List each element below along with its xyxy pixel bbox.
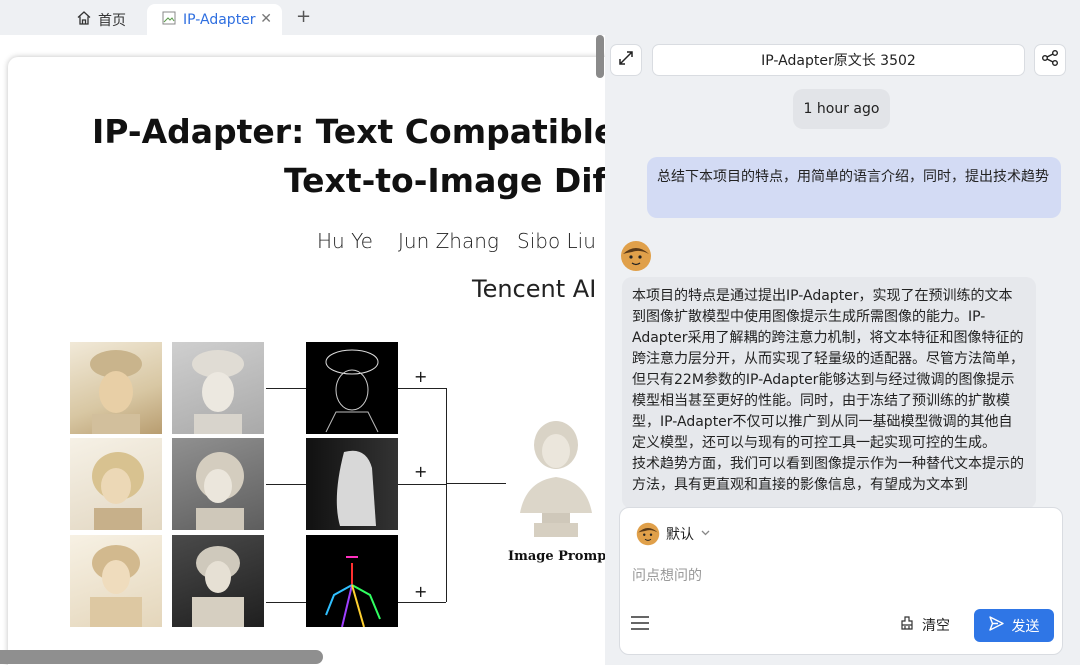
share-icon [1041, 49, 1059, 71]
paper-author: Hu Ye [317, 229, 373, 253]
figure-image [306, 535, 398, 627]
chat-input[interactable] [632, 556, 1052, 596]
persona-avatar [636, 522, 660, 546]
broom-icon [900, 616, 914, 634]
figure-image [172, 535, 264, 627]
persona-label: 默认 [666, 527, 694, 543]
tab-home-label: 首页 [98, 12, 126, 29]
figure-image [70, 342, 162, 434]
close-icon[interactable]: ✕ [260, 11, 272, 27]
user-message: 总结下本项目的特点，用简单的语言介绍，同时，提出技术趋势 [647, 157, 1061, 218]
expand-icon [618, 50, 634, 70]
arrow-connector [398, 602, 446, 603]
plus-sign: + [414, 462, 428, 481]
figure-image [172, 342, 264, 434]
plus-sign: + [414, 582, 428, 601]
paper-author: Sibo Liu [517, 229, 596, 253]
assistant-paragraph: 技术趋势方面，我们可以看到图像提示作为一种替代文本提示的方法，具有更直观和直接的… [632, 456, 1024, 493]
arrow-connector [398, 484, 446, 485]
send-label: 发送 [1011, 618, 1040, 635]
send-icon [988, 616, 1004, 635]
tab-active-label: IP-Adapter [183, 11, 256, 28]
add-tab-icon[interactable]: + [296, 6, 311, 27]
assistant-paragraph: 本项目的特点是通过提出IP-Adapter，实现了在预训练的文本到图像扩散模型中… [632, 288, 1024, 451]
message-timestamp: 1 hour ago [793, 89, 890, 129]
menu-button[interactable] [630, 614, 652, 636]
arrow-connector [266, 484, 306, 485]
vertical-scrollbar[interactable] [596, 35, 604, 78]
figure-image [70, 535, 162, 627]
share-button[interactable] [1034, 44, 1066, 76]
document-title: IP-Adapter原文长 3502 [652, 44, 1025, 76]
chevron-down-icon [700, 527, 711, 541]
vertical-connector [446, 388, 447, 602]
figure-image [172, 438, 264, 530]
horizontal-scrollbar[interactable] [0, 650, 323, 664]
paper-affiliation: Tencent AI [472, 275, 597, 303]
expand-button[interactable] [610, 44, 642, 76]
paper-author: Jun Zhang [398, 229, 499, 253]
chat-panel: IP-Adapter原文长 3502 1 hour ago 总结下本项目的特点，… [605, 0, 1080, 665]
plus-sign: + [414, 367, 428, 386]
paper-title-line2: Text-to-Image Diff [284, 161, 605, 200]
chat-composer: 默认 清空 发送 [619, 507, 1063, 655]
persona-selector[interactable]: 默认 [636, 522, 711, 546]
tab-bar: 首页 IP-Adapter ✕ + [0, 0, 600, 35]
image-prompt-label: Image Prompt [508, 549, 605, 564]
pdf-viewer[interactable]: IP-Adapter: Text Compatible Ir Text-to-I… [0, 35, 605, 665]
home-icon [76, 10, 92, 30]
send-button[interactable]: 发送 [974, 609, 1054, 642]
app-window: 首页 IP-Adapter ✕ + IP-Adapter: Text Compa… [0, 0, 1080, 665]
tab-home[interactable]: 首页 [68, 4, 140, 35]
clear-label: 清空 [922, 618, 950, 634]
document-icon [161, 10, 177, 30]
menu-icon [630, 616, 650, 636]
figure-image [70, 438, 162, 530]
assistant-message: 本项目的特点是通过提出IP-Adapter，实现了在预训练的文本到图像扩散模型中… [622, 277, 1036, 509]
bot-avatar [620, 240, 652, 272]
paper-title-line1: IP-Adapter: Text Compatible Ir [92, 112, 605, 151]
figure-image [306, 438, 398, 530]
figure-image [306, 342, 398, 434]
image-prompt-bust [506, 417, 605, 547]
tab-ip-adapter[interactable]: IP-Adapter ✕ [147, 4, 282, 35]
clear-button[interactable]: 清空 [900, 615, 950, 635]
arrow-connector [266, 388, 306, 389]
arrow-connector [266, 602, 306, 603]
arrow-connector [446, 483, 506, 484]
pdf-page: IP-Adapter: Text Compatible Ir Text-to-I… [8, 57, 605, 665]
arrow-connector [398, 388, 446, 389]
